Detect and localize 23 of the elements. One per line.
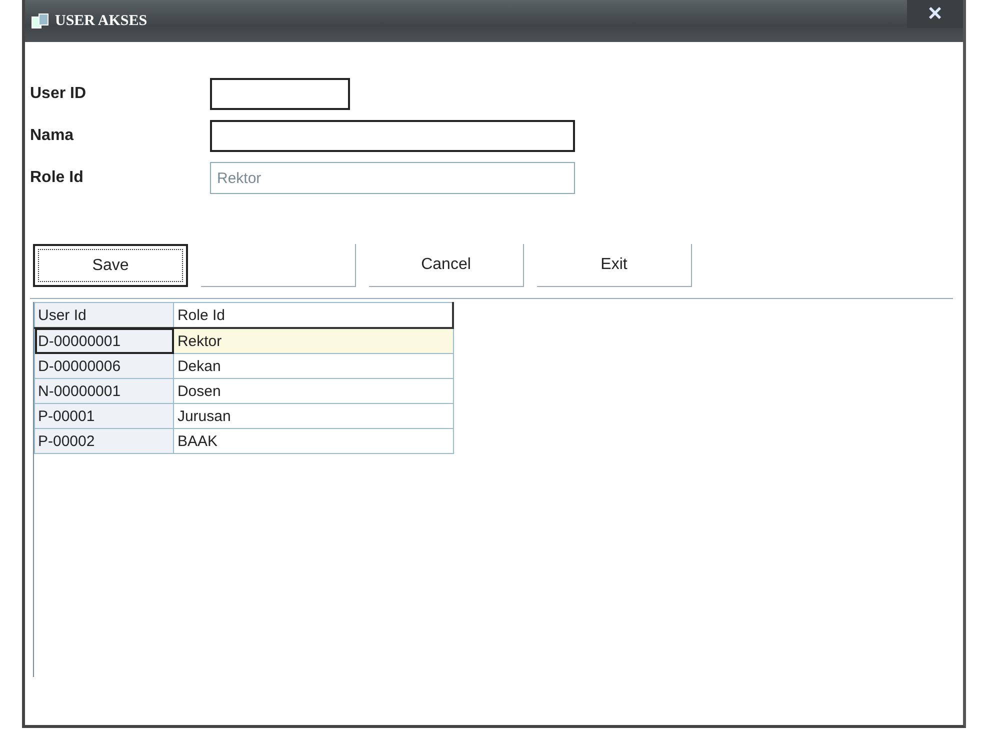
action-button[interactable]: Save [33,244,188,287]
table-cell[interactable]: D-00000001 [34,328,174,354]
action-button[interactable]: Exit [537,244,692,287]
table-cell[interactable]: N-00000001 [34,378,174,404]
text-field[interactable] [210,120,575,152]
table-cell[interactable]: D-00000006 [34,354,174,378]
field-label: Nama [30,127,75,145]
table-cell[interactable]: Dosen [174,378,453,404]
field-label: Role Id [30,169,84,187]
column-header[interactable]: Role Id [174,302,453,328]
table-cell[interactable]: P-00001 [34,404,174,428]
window-title: USER AKSES [55,12,148,30]
window-icon [31,13,49,29]
text-field[interactable] [210,78,350,110]
action-button[interactable]: Cancel [369,244,524,287]
table-cell[interactable]: P-00002 [34,428,174,454]
close-button[interactable]: × [907,0,963,28]
field-label: User ID [30,85,88,103]
table-cell[interactable]: BAAK [174,428,453,454]
table-cell[interactable]: Rektor [174,328,453,354]
table-cell[interactable]: Jurusan [174,404,453,428]
table-cell[interactable]: Dekan [174,354,453,378]
column-header[interactable]: User Id [34,302,174,328]
